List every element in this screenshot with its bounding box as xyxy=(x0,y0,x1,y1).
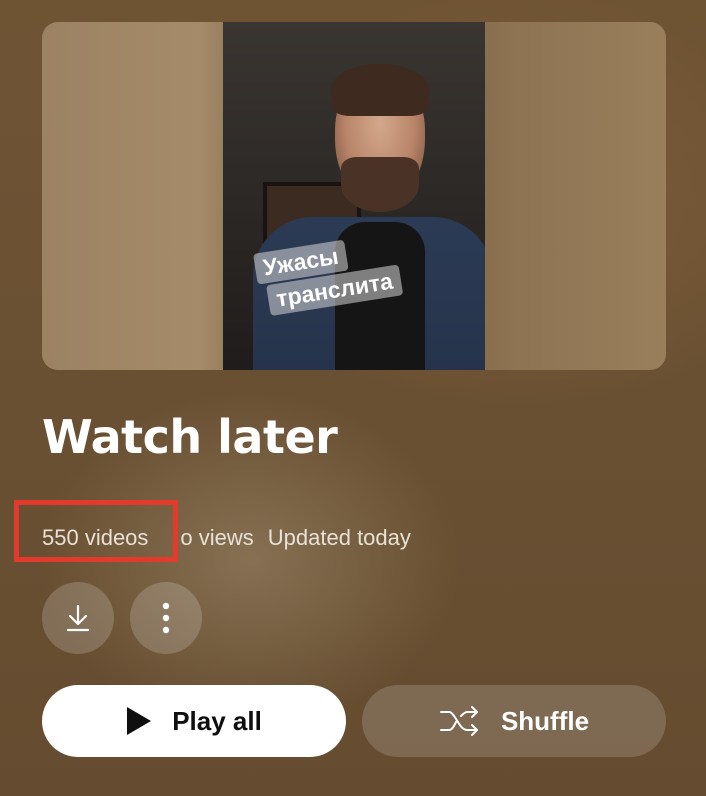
playlist-thumbnail[interactable]: Ужасы транслита xyxy=(42,22,666,370)
download-button[interactable] xyxy=(42,582,114,654)
download-icon xyxy=(66,604,90,632)
shuffle-icon xyxy=(439,704,481,738)
playlist-meta: 550 videos o views Updated today xyxy=(14,500,411,562)
playlist-title: Watch later xyxy=(42,410,338,464)
view-count: o views xyxy=(180,525,254,550)
highlight-box xyxy=(14,500,178,562)
updated-status: Updated today xyxy=(267,525,411,550)
video-count-wrapper: 550 videos xyxy=(14,500,178,562)
play-all-label: Play all xyxy=(172,705,262,736)
play-icon xyxy=(126,706,152,736)
play-all-button[interactable]: Play all xyxy=(42,685,346,757)
shuffle-label: Shuffle xyxy=(500,705,590,736)
thumbnail-person-hair xyxy=(331,64,429,116)
more-options-button[interactable] xyxy=(130,582,202,654)
shuffle-button[interactable]: Shuffle xyxy=(362,685,666,757)
video-thumbnail-frame: Ужасы транслита xyxy=(223,22,485,370)
more-vert-icon xyxy=(162,602,170,634)
thumbnail-person-beard xyxy=(341,157,419,212)
